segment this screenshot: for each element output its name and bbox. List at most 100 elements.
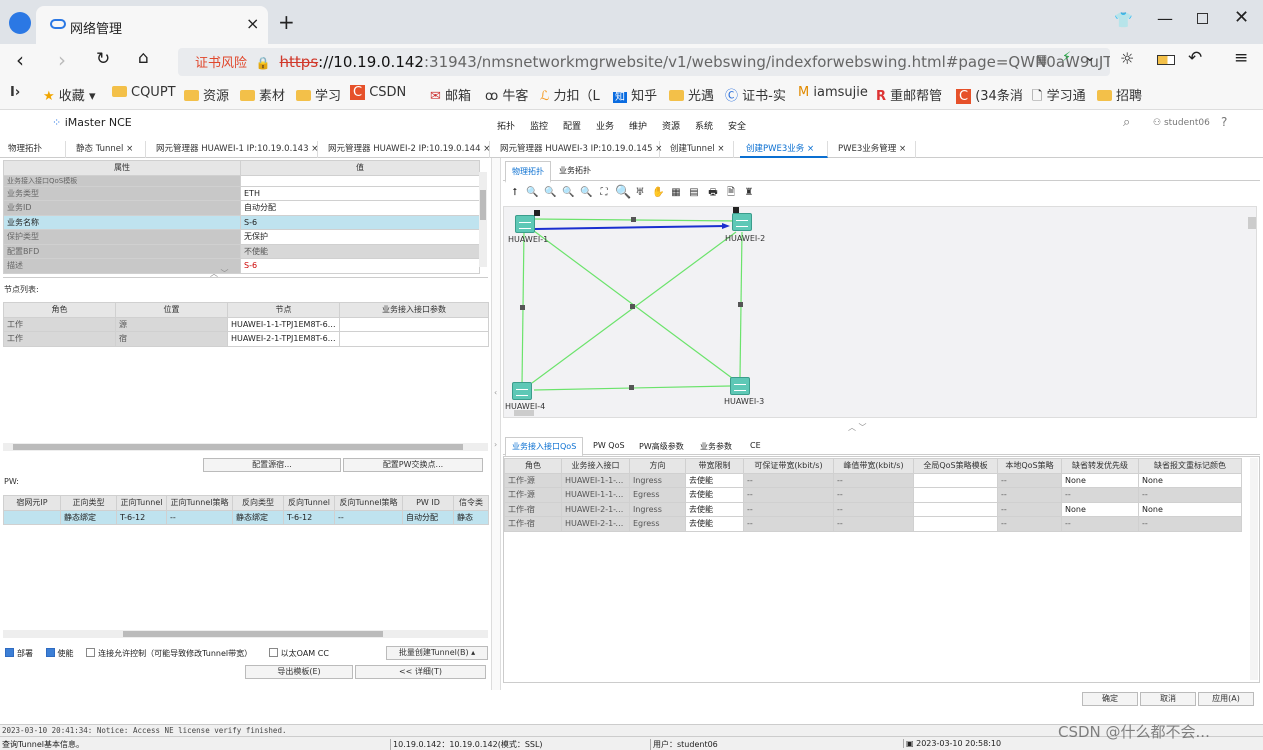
zoom-in-icon[interactable]: 🔍 xyxy=(526,187,538,199)
detail-button[interactable]: << 详细(T) xyxy=(355,665,486,679)
bookmark-cert[interactable]: Ⓒ 证书-实 xyxy=(725,85,786,104)
sidebar-toggle-icon[interactable]: I› xyxy=(10,85,20,100)
cell[interactable]: -- xyxy=(743,487,834,503)
prop-value[interactable]: 不使能 xyxy=(240,243,480,259)
deploy-checkbox[interactable]: 部署 xyxy=(5,648,33,658)
forward-icon[interactable]: › xyxy=(58,48,66,72)
conn-control-checkbox[interactable]: 连接允许控制（可能导致修改Tunnel带宽） xyxy=(86,648,252,658)
cell[interactable]: 去使能 xyxy=(685,516,744,532)
batch-create-tunnel-button[interactable]: 批量创建Tunnel(B) ▴ xyxy=(386,646,488,660)
shirt-icon[interactable]: 👕 xyxy=(1114,11,1133,29)
magnifier-icon[interactable]: 🔍 xyxy=(615,186,631,199)
table-row[interactable]: 配置BFD 不使能 xyxy=(3,243,480,259)
browser-tab[interactable]: 网络管理 × xyxy=(36,6,268,44)
zoom-area-icon[interactable]: 🔍 xyxy=(580,187,592,199)
table-row[interactable]: 工作-源 HUAWEI-1-1-TP... Egress 去使能 -- -- -- -- -- xyxy=(504,487,1242,503)
bookmark-folder[interactable]: 资源 xyxy=(184,85,229,104)
cell[interactable]: -- xyxy=(743,472,834,488)
table-row[interactable]: 描述 S-6 xyxy=(3,258,480,274)
cell[interactable]: -- xyxy=(1061,487,1139,503)
cell[interactable]: None xyxy=(1138,501,1242,517)
scroll-thumb[interactable] xyxy=(1248,217,1256,229)
cell[interactable]: None xyxy=(1061,472,1139,488)
config-pw-switch-button[interactable]: 配置PW交换点... xyxy=(343,458,483,472)
vertical-splitter[interactable]: ‹ › xyxy=(491,158,501,690)
cell[interactable] xyxy=(339,331,489,347)
collapse-left-icon[interactable]: ‹ xyxy=(494,388,497,397)
bookmark-folder[interactable]: 学习 xyxy=(296,85,341,104)
home-icon[interactable]: ⌂ xyxy=(138,48,149,68)
menu-maintain[interactable]: 维护 xyxy=(629,119,647,132)
tab-ne-huawei1[interactable]: 网元管理器 HUAWEI-1 IP:10.19.0.143 × xyxy=(150,141,318,158)
back-icon[interactable]: ‹ xyxy=(16,48,24,72)
tab-ne-huawei3[interactable]: 网元管理器 HUAWEI-3 IP:10.19.0.145 × xyxy=(494,141,662,158)
cell[interactable]: -- xyxy=(997,472,1062,488)
menu-topology[interactable]: 拓扑 xyxy=(497,119,515,132)
bookmark-mail[interactable]: ✉ 邮箱 xyxy=(430,85,471,104)
cell[interactable]: -- xyxy=(833,487,914,503)
bookmark-cqupt-help[interactable]: R 重邮帮管 xyxy=(876,85,942,104)
close-icon[interactable]: × xyxy=(899,144,906,154)
export-template-button[interactable]: 导出模板(E) xyxy=(245,665,353,679)
bookmark-folder[interactable]: 招聘 xyxy=(1097,85,1142,104)
fit-window-icon[interactable]: ⛶ xyxy=(598,187,610,199)
cell[interactable]: -- xyxy=(833,472,914,488)
tab-static-tunnel[interactable]: 静态 Tunnel × xyxy=(70,141,146,158)
tab-service-params[interactable]: 业务参数 xyxy=(700,441,732,452)
prop-value[interactable]: 无保护 xyxy=(240,229,480,245)
table-row[interactable]: 业务接入接口QoS模板 xyxy=(3,174,480,187)
bookmark-folder[interactable]: 素材 xyxy=(240,85,285,104)
vertical-scrollbar[interactable] xyxy=(1250,458,1258,680)
cell[interactable] xyxy=(339,316,489,332)
bookmark-fav[interactable]: ★ 收藏 ▾ xyxy=(43,85,95,104)
bookmark-csdn[interactable]: C CSDN xyxy=(350,85,406,100)
enable-checkbox[interactable]: 使能 xyxy=(45,648,74,658)
cell[interactable]: -- xyxy=(1138,487,1242,503)
chevron-down-icon[interactable]: ⌄ xyxy=(1084,49,1096,65)
table-row[interactable]: 业务类型 ETH xyxy=(3,185,480,201)
cell[interactable]: -- xyxy=(997,487,1062,503)
cell[interactable]: -- xyxy=(833,501,914,517)
zoom-fit-icon[interactable]: 🔍 xyxy=(544,187,556,199)
config-source-sink-button[interactable]: 配置源宿... xyxy=(203,458,341,472)
bookmark-nowcoder[interactable]: ꝏ 牛客 xyxy=(485,85,528,104)
horizontal-scrollbar[interactable] xyxy=(514,410,534,416)
menu-resource[interactable]: 资源 xyxy=(662,119,680,132)
tab-create-tunnel[interactable]: 创建Tunnel × xyxy=(664,141,734,158)
menu-config[interactable]: 配置 xyxy=(563,119,581,132)
url-bar[interactable]: 证书风险 🔒 https://10.19.0.142:31943/nmsnetw… xyxy=(178,48,1110,76)
bookmark-folder[interactable]: CQUPT xyxy=(112,85,176,100)
cell[interactable]: -- xyxy=(997,516,1062,532)
user-menu[interactable]: ⚇ student06 xyxy=(1153,118,1210,128)
qr-icon[interactable]: ▦ xyxy=(1036,52,1047,66)
cell[interactable]: -- xyxy=(997,501,1062,517)
close-icon[interactable]: × xyxy=(717,144,724,154)
close-tab-icon[interactable]: × xyxy=(246,14,259,33)
prop-value[interactable]: S-6 xyxy=(240,258,480,274)
prop-value[interactable]: 自动分配 xyxy=(240,200,480,216)
bookmark-csdn2[interactable]: C (34条消 xyxy=(956,85,1023,104)
bolt-icon[interactable]: ⚡ xyxy=(1062,50,1071,65)
bookmark-xuexitong[interactable]: 🗋 学习通 xyxy=(1032,85,1086,109)
ne-huawei-3[interactable] xyxy=(730,377,750,395)
cell[interactable]: 去使能 xyxy=(685,487,744,503)
cell[interactable]: -- xyxy=(743,501,834,517)
topology-canvas[interactable]: HUAWEI-1 HUAWEI-2 HUAWEI-3 HUAWEI-4 xyxy=(503,206,1257,418)
bookmark-leetcode[interactable]: ℒ 力扣（L xyxy=(540,85,600,104)
close-icon[interactable]: × xyxy=(807,144,814,154)
tab-physical-topology[interactable]: 物理拓扑 xyxy=(2,141,66,158)
new-tab-icon[interactable]: + xyxy=(278,10,295,34)
table-icon[interactable]: ▤ xyxy=(688,187,700,199)
close-icon[interactable]: × xyxy=(126,144,133,154)
undo-icon[interactable]: ↶ xyxy=(1188,48,1202,68)
bookmark-iamsujie[interactable]: M iamsujie xyxy=(798,85,868,100)
bookmark-zhihu[interactable]: 知 知乎 xyxy=(613,85,657,104)
ne-huawei-1[interactable] xyxy=(515,215,535,233)
scroll-thumb[interactable] xyxy=(480,190,486,220)
close-window-icon[interactable]: ✕ xyxy=(1234,7,1249,28)
cell[interactable]: -- xyxy=(833,516,914,532)
tab-ce[interactable]: CE xyxy=(750,441,761,450)
reload-icon[interactable]: ↻ xyxy=(96,49,110,69)
table-row[interactable]: 业务ID 自动分配 xyxy=(3,200,480,216)
prop-value[interactable] xyxy=(240,174,480,187)
